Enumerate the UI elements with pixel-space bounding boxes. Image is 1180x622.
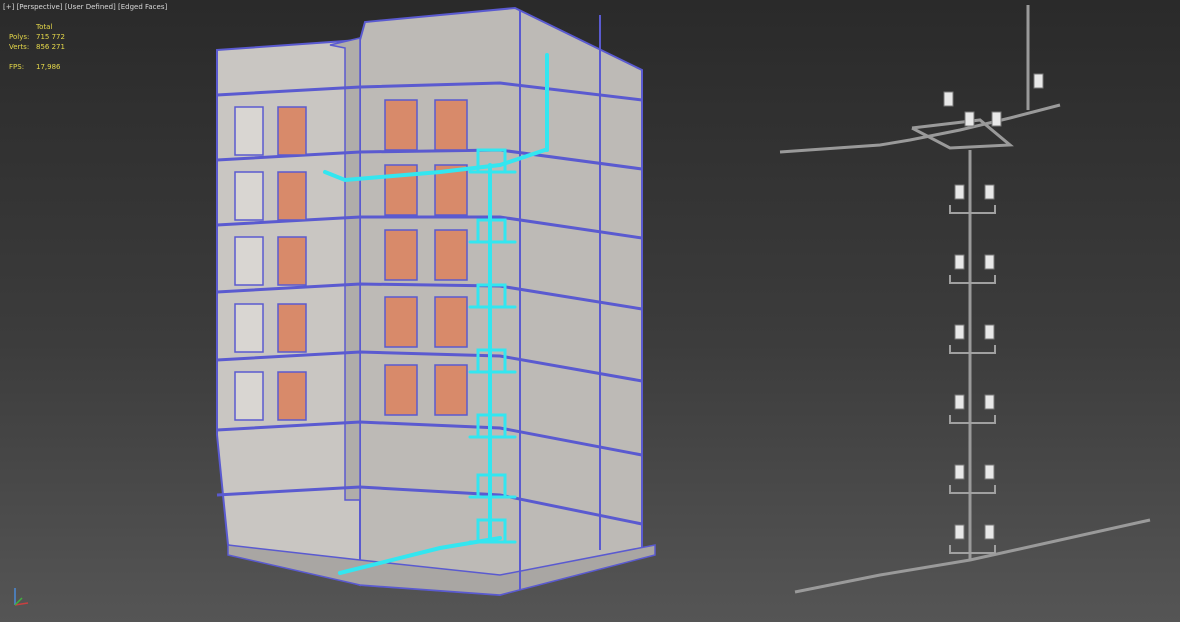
window bbox=[277, 171, 307, 221]
window bbox=[384, 296, 418, 348]
water-heater-unit bbox=[964, 111, 975, 127]
window bbox=[234, 236, 264, 286]
fixture-branch bbox=[949, 545, 996, 554]
window bbox=[277, 236, 307, 286]
fixture-branch bbox=[949, 415, 996, 424]
water-heater-unit bbox=[943, 91, 954, 107]
window bbox=[384, 364, 418, 416]
fixture-branch bbox=[949, 345, 996, 354]
axis-gizmo bbox=[14, 588, 29, 606]
water-heater-unit bbox=[954, 324, 965, 340]
window bbox=[277, 106, 307, 156]
window bbox=[434, 364, 468, 416]
water-heater-unit bbox=[954, 254, 965, 270]
water-heater-unit bbox=[984, 324, 995, 340]
window bbox=[234, 171, 264, 221]
water-heater-unit bbox=[984, 254, 995, 270]
window bbox=[384, 99, 418, 151]
viewport-canvas[interactable] bbox=[0, 0, 1180, 622]
fixture-branch bbox=[949, 205, 996, 214]
window bbox=[234, 303, 264, 353]
building-model[interactable] bbox=[216, 6, 656, 597]
water-heater-unit bbox=[984, 184, 995, 200]
plumbing-system-preview[interactable] bbox=[779, 5, 1151, 594]
water-heater-unit bbox=[984, 464, 995, 480]
window bbox=[277, 303, 307, 353]
window bbox=[384, 229, 418, 281]
window bbox=[434, 229, 468, 281]
window bbox=[234, 106, 264, 156]
water-heater-unit bbox=[954, 184, 965, 200]
window bbox=[434, 99, 468, 151]
window bbox=[277, 371, 307, 421]
fixture-branch bbox=[949, 485, 996, 494]
water-heater-unit bbox=[991, 111, 1002, 127]
water-heater-unit bbox=[954, 394, 965, 410]
window bbox=[234, 371, 264, 421]
water-heater-unit bbox=[1033, 73, 1044, 89]
water-heater-unit bbox=[954, 464, 965, 480]
water-heater-unit bbox=[984, 394, 995, 410]
drain-pipe[interactable] bbox=[794, 518, 1151, 594]
water-heater-unit bbox=[954, 524, 965, 540]
water-heater-unit bbox=[984, 524, 995, 540]
window bbox=[434, 296, 468, 348]
fixture-branch bbox=[949, 275, 996, 284]
